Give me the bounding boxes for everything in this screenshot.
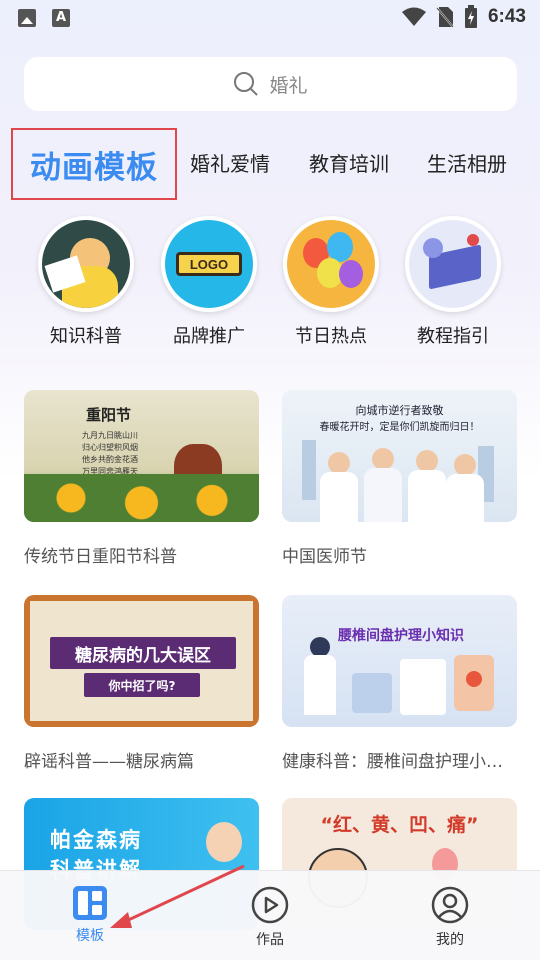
template-card[interactable]: 重阳节 九月九日眺山川 归心归望积风烟 他乡共酌金花酒 万里同悲鸿雁天 传统节日… <box>24 390 259 567</box>
status-bar: A 6:43 <box>0 0 540 36</box>
shortcut-label: 教程指引 <box>417 326 489 347</box>
logo-text: LOGO <box>189 256 229 272</box>
shortcut-tutorial[interactable]: 教程指引 <box>403 216 503 348</box>
nav-mine[interactable]: 我的 <box>410 885 490 949</box>
shortcut-image <box>405 216 501 312</box>
search-bar[interactable]: 婚礼 <box>24 57 517 111</box>
thumb-title: 向城市逆行者致敬 <box>355 404 444 417</box>
template-title: 中国医师节 <box>282 547 367 567</box>
shortcut-label: 节日热点 <box>295 326 367 347</box>
tab-wedding[interactable]: 婚礼爱情 <box>190 148 270 177</box>
thumb-line: 九月九日眺山川 <box>82 431 138 440</box>
shortcut-image <box>283 216 379 312</box>
a-notification-icon: A <box>52 9 70 27</box>
template-card[interactable]: 糖尿病的几大误区 你中招了吗? 辟谣科普——糖尿病篇 <box>24 595 259 772</box>
nav-label: 我的 <box>436 932 464 948</box>
thumb-title: 腰椎间盘护理小知识 <box>338 628 464 644</box>
thumb-title: 糖尿病的几大误区 <box>75 645 211 666</box>
template-thumbnail: 重阳节 九月九日眺山川 归心归望积风烟 他乡共酌金花酒 万里同悲鸿雁天 <box>24 390 259 522</box>
shortcut-image: LOGO <box>161 216 257 312</box>
tab-label: 动画模板 <box>30 149 158 186</box>
play-icon <box>251 886 289 924</box>
nav-templates[interactable]: 模板 <box>50 885 130 945</box>
thumb-line: 他乡共酌金花酒 <box>82 455 138 464</box>
template-thumbnail: 糖尿病的几大误区 你中招了吗? <box>24 595 259 727</box>
template-thumbnail: 腰椎间盘护理小知识 <box>282 595 517 727</box>
thumb-title: 重阳节 <box>86 406 132 424</box>
template-thumbnail: 向城市逆行者致敬 春暖花开时，定是你们凯旋而归日！ <box>282 390 517 522</box>
thumb-title: “红、黄、凹、痛” <box>320 814 479 836</box>
thumb-subtitle: 你中招了吗? <box>108 678 176 693</box>
tab-life-album[interactable]: 生活相册 <box>427 148 507 177</box>
shortcut-holiday[interactable]: 节日热点 <box>281 216 381 348</box>
template-card[interactable]: 向城市逆行者致敬 春暖花开时，定是你们凯旋而归日！ 中国医师节 <box>282 390 517 567</box>
thumb-title: 帕金森病 <box>50 828 142 852</box>
nav-works[interactable]: 作品 <box>230 885 310 949</box>
nav-label: 模板 <box>76 928 104 944</box>
search-placeholder: 婚礼 <box>269 74 308 97</box>
battery-charging-icon <box>464 5 477 28</box>
template-card[interactable]: 腰椎间盘护理小知识 健康科普：腰椎间盘护理小知识 <box>282 595 517 772</box>
template-title: 传统节日重阳节科普 <box>24 547 177 567</box>
shortcut-image <box>38 216 134 312</box>
template-title: 辟谣科普——糖尿病篇 <box>24 752 194 772</box>
gallery-notification-icon <box>18 9 36 27</box>
nav-label: 作品 <box>256 932 284 948</box>
shortcut-label: 知识科普 <box>50 326 122 347</box>
template-icon <box>73 886 107 920</box>
template-title: 健康科普：腰椎间盘护理小知识 <box>282 752 517 772</box>
wifi-icon <box>401 7 426 26</box>
thumb-subtitle: 春暖花开时，定是你们凯旋而归日！ <box>319 422 480 433</box>
clock: 6:43 <box>487 6 526 27</box>
bottom-navigation: 模板 作品 我的 <box>0 870 540 960</box>
search-icon <box>234 72 259 96</box>
shortcut-knowledge[interactable]: 知识科普 <box>36 216 136 348</box>
thumb-line: 归心归望积风烟 <box>82 443 138 452</box>
category-tabs: 动画模板 婚礼爱情 教育培训 生活相册 <box>0 128 540 200</box>
user-icon <box>431 886 469 924</box>
shortcut-label: 品牌推广 <box>173 326 245 347</box>
tab-education[interactable]: 教育培训 <box>309 148 389 177</box>
no-sim-icon <box>436 7 454 28</box>
tab-animation-templates[interactable]: 动画模板 <box>11 128 177 200</box>
shortcut-brand[interactable]: LOGO 品牌推广 <box>159 216 259 348</box>
